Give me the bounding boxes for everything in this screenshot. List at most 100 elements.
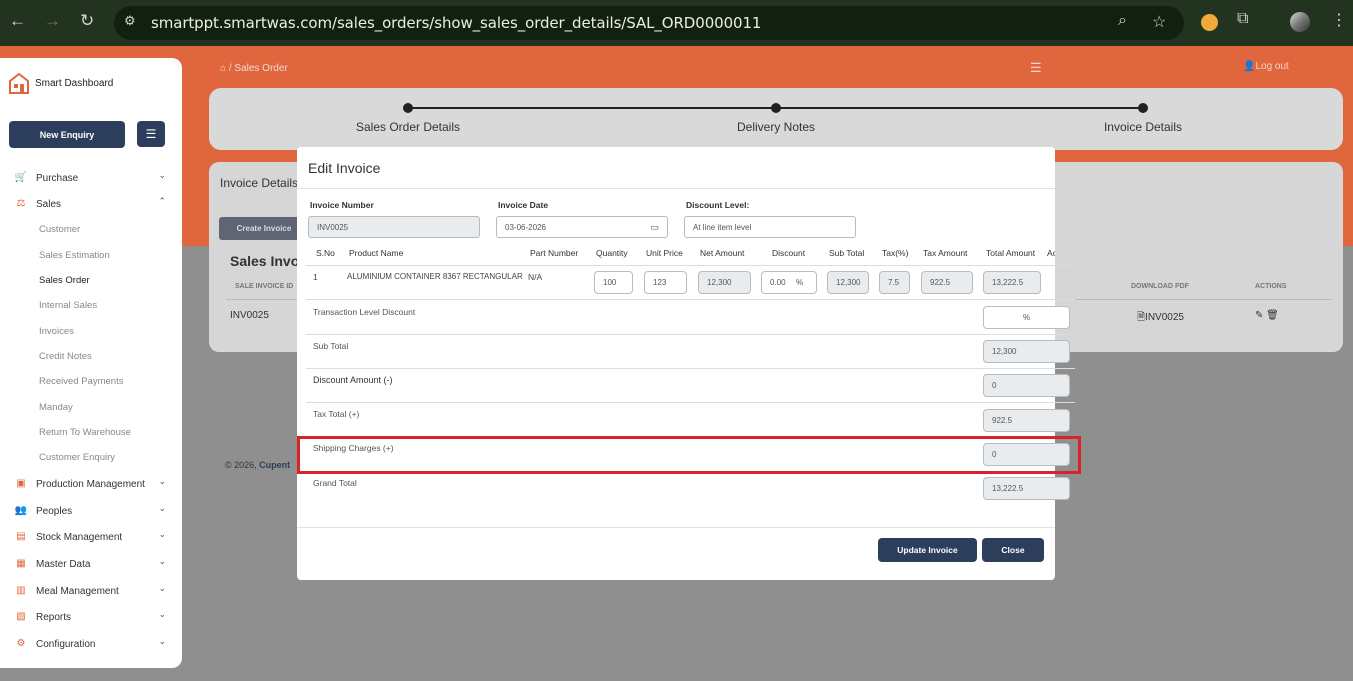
sidebar-item-reports[interactable]: ▧ Reports ⌄ — [14, 609, 170, 625]
chevron-down-icon: ⌄ — [158, 503, 166, 513]
invoice-number-field[interactable]: INV0025 — [308, 216, 480, 238]
sidebar-sub-sales-order[interactable]: Sales Order — [39, 275, 90, 286]
row-divider — [306, 368, 1075, 369]
brand-name: Smart Dashboard — [35, 77, 114, 89]
extensions-puzzle-icon[interactable]: ⧉ — [1237, 10, 1248, 28]
table-divider — [306, 265, 1075, 266]
grand-total-field: 13,222.5 — [983, 477, 1070, 500]
unit-price-input[interactable]: 123 — [644, 271, 687, 294]
sidebar-sub-customer-enquiry[interactable]: Customer Enquiry — [39, 452, 115, 463]
cart-icon: 🛒 — [14, 172, 28, 183]
row-invoice-id: INV0025 — [230, 310, 269, 321]
home-icon[interactable]: ⌂ — [220, 63, 226, 74]
chevron-up-icon: ⌃ — [158, 196, 166, 206]
step-label-sales-order[interactable]: Sales Order Details — [356, 120, 460, 134]
forward-arrow-icon[interactable]: → — [44, 11, 61, 31]
order-stepper: Sales Order Details Delivery Notes Invoi… — [209, 88, 1343, 150]
shipping-charges-highlight — [297, 436, 1081, 474]
sidebar-toggle-button[interactable]: ☰ — [137, 121, 165, 147]
create-invoice-button[interactable]: Create Invoice — [219, 217, 309, 240]
update-invoice-button[interactable]: Update Invoice — [878, 538, 977, 562]
extension-icon[interactable] — [1201, 14, 1218, 31]
header-unit-price: Unit Price — [646, 248, 683, 258]
config-icon: ⚙ — [16, 638, 26, 649]
sidebar-sub-manday[interactable]: Manday — [39, 402, 73, 413]
col-download-pdf: DOWNLOAD PDF — [1131, 283, 1189, 290]
sidebar-item-purchase[interactable]: 🛒 Purchase ⌄ — [14, 170, 170, 186]
brand[interactable]: Smart Dashboard — [8, 72, 113, 94]
col-actions: ACTIONS — [1255, 283, 1287, 290]
top-menu-toggle-icon[interactable]: ☰ — [1030, 60, 1042, 76]
discount-amount-label: Discount Amount (-) — [313, 375, 393, 385]
sidebar-sub-sales-estimation[interactable]: Sales Estimation — [39, 250, 110, 261]
back-arrow-icon[interactable]: ← — [9, 11, 26, 31]
edit-invoice-modal: Edit Invoice Invoice Number INV0025 Invo… — [297, 147, 1075, 580]
invoice-date-label: Invoice Date — [498, 200, 549, 210]
tax-total-label: Tax Total (+) — [313, 409, 360, 419]
footer-brand-link[interactable]: Cupent — [259, 460, 290, 470]
breadcrumb-current: Sales Order — [234, 63, 288, 74]
sidebar-item-meal[interactable]: ▥ Meal Management ⌄ — [14, 583, 170, 599]
store-logo-icon — [9, 72, 29, 94]
sidebar-item-production[interactable]: ▣ Production Management ⌄ — [14, 476, 170, 492]
footer: © 2026, Cupent — [225, 460, 291, 470]
download-pdf-link[interactable]: 🗎INV0025 — [1137, 310, 1184, 327]
row-divider — [306, 402, 1075, 403]
close-button[interactable]: Close — [982, 538, 1044, 562]
bookmark-star-icon[interactable]: ☆ — [1152, 12, 1166, 32]
modal-footer-divider — [297, 527, 1055, 528]
address-bar[interactable]: ⚙ smartppt.smartwas.com/sales_orders/sho… — [114, 6, 1184, 40]
new-enquiry-button[interactable]: New Enquiry — [9, 121, 125, 148]
user-icon: 👤 — [1243, 61, 1256, 72]
discount-input[interactable]: 0.00 % — [761, 271, 817, 294]
discount-level-label: Discount Level: — [686, 200, 750, 210]
quantity-input[interactable]: 100 — [594, 271, 633, 294]
step-dot-3[interactable] — [1138, 103, 1148, 113]
row-part-number: N/A — [528, 272, 543, 282]
sidebar-sub-return-to-warehouse[interactable]: Return To Warehouse — [39, 427, 131, 438]
reload-icon[interactable]: ↻ — [80, 11, 94, 31]
step-label-delivery-notes[interactable]: Delivery Notes — [737, 120, 815, 134]
sidebar-item-master-data[interactable]: ▦ Master Data ⌄ — [14, 556, 170, 572]
sidebar-item-stock[interactable]: ▤ Stock Management ⌄ — [14, 529, 170, 545]
meal-icon: ▥ — [16, 585, 26, 596]
step-dot-1[interactable] — [403, 103, 413, 113]
col-invoice-id: SALE INVOICE ID — [235, 283, 294, 290]
header-tax: Tax(%) — [882, 248, 909, 258]
discount-level-field[interactable]: At line item level — [684, 216, 856, 238]
invoice-date-field[interactable]: 03-06-2026 ▭ — [496, 216, 668, 238]
sidebar-item-sales[interactable]: ⚖ Sales ⌃ — [14, 196, 170, 212]
sidebar-sub-credit-notes[interactable]: Credit Notes — [39, 351, 92, 362]
logout-link[interactable]: 👤Log out — [1243, 61, 1289, 72]
stock-icon: ▤ — [16, 531, 26, 542]
profile-avatar[interactable] — [1290, 12, 1310, 32]
header-sub-total: Sub Total — [829, 248, 865, 258]
header-part-number: Part Number — [530, 248, 579, 258]
sidebar-item-peoples[interactable]: 👥 Peoples ⌄ — [14, 503, 170, 519]
sales-invoice-heading: Sales Invoi — [230, 253, 304, 269]
zoom-icon[interactable]: ⌕ — [1118, 12, 1127, 30]
step-dot-2[interactable] — [771, 103, 781, 113]
sidebar-sub-internal-sales[interactable]: Internal Sales — [39, 300, 97, 311]
sidebar: Smart Dashboard New Enquiry ☰ 🛒 Purchase… — [0, 58, 182, 668]
header-discount: Discount — [772, 248, 806, 258]
edit-icon[interactable]: ✎ — [1255, 310, 1263, 321]
header-quantity: Quantity — [596, 248, 628, 258]
discount-amount-field: 0 — [983, 374, 1070, 397]
sidebar-sub-customer[interactable]: Customer — [39, 224, 80, 235]
sub-total-label: Sub Total — [313, 341, 349, 351]
step-label-invoice-details[interactable]: Invoice Details — [1104, 120, 1182, 134]
delete-icon[interactable]: 🗑 — [1266, 310, 1279, 321]
sidebar-sub-received-payments[interactable]: Received Payments — [39, 376, 123, 387]
sales-icon: ⚖ — [16, 198, 26, 209]
browser-menu-icon[interactable]: ⋮ — [1331, 10, 1347, 30]
chevron-down-icon: ⌄ — [158, 476, 166, 486]
chevron-down-icon: ⌄ — [158, 556, 166, 566]
production-icon: ▣ — [16, 478, 26, 489]
sidebar-sub-invoices[interactable]: Invoices — [39, 326, 74, 337]
invoice-number-label: Invoice Number — [310, 200, 374, 210]
sidebar-item-configuration[interactable]: ⚙ Configuration ⌄ — [14, 636, 170, 652]
calendar-icon[interactable]: ▭ — [650, 222, 659, 233]
site-settings-icon[interactable]: ⚙ — [124, 13, 142, 31]
transaction-discount-input[interactable]: % — [983, 306, 1070, 329]
